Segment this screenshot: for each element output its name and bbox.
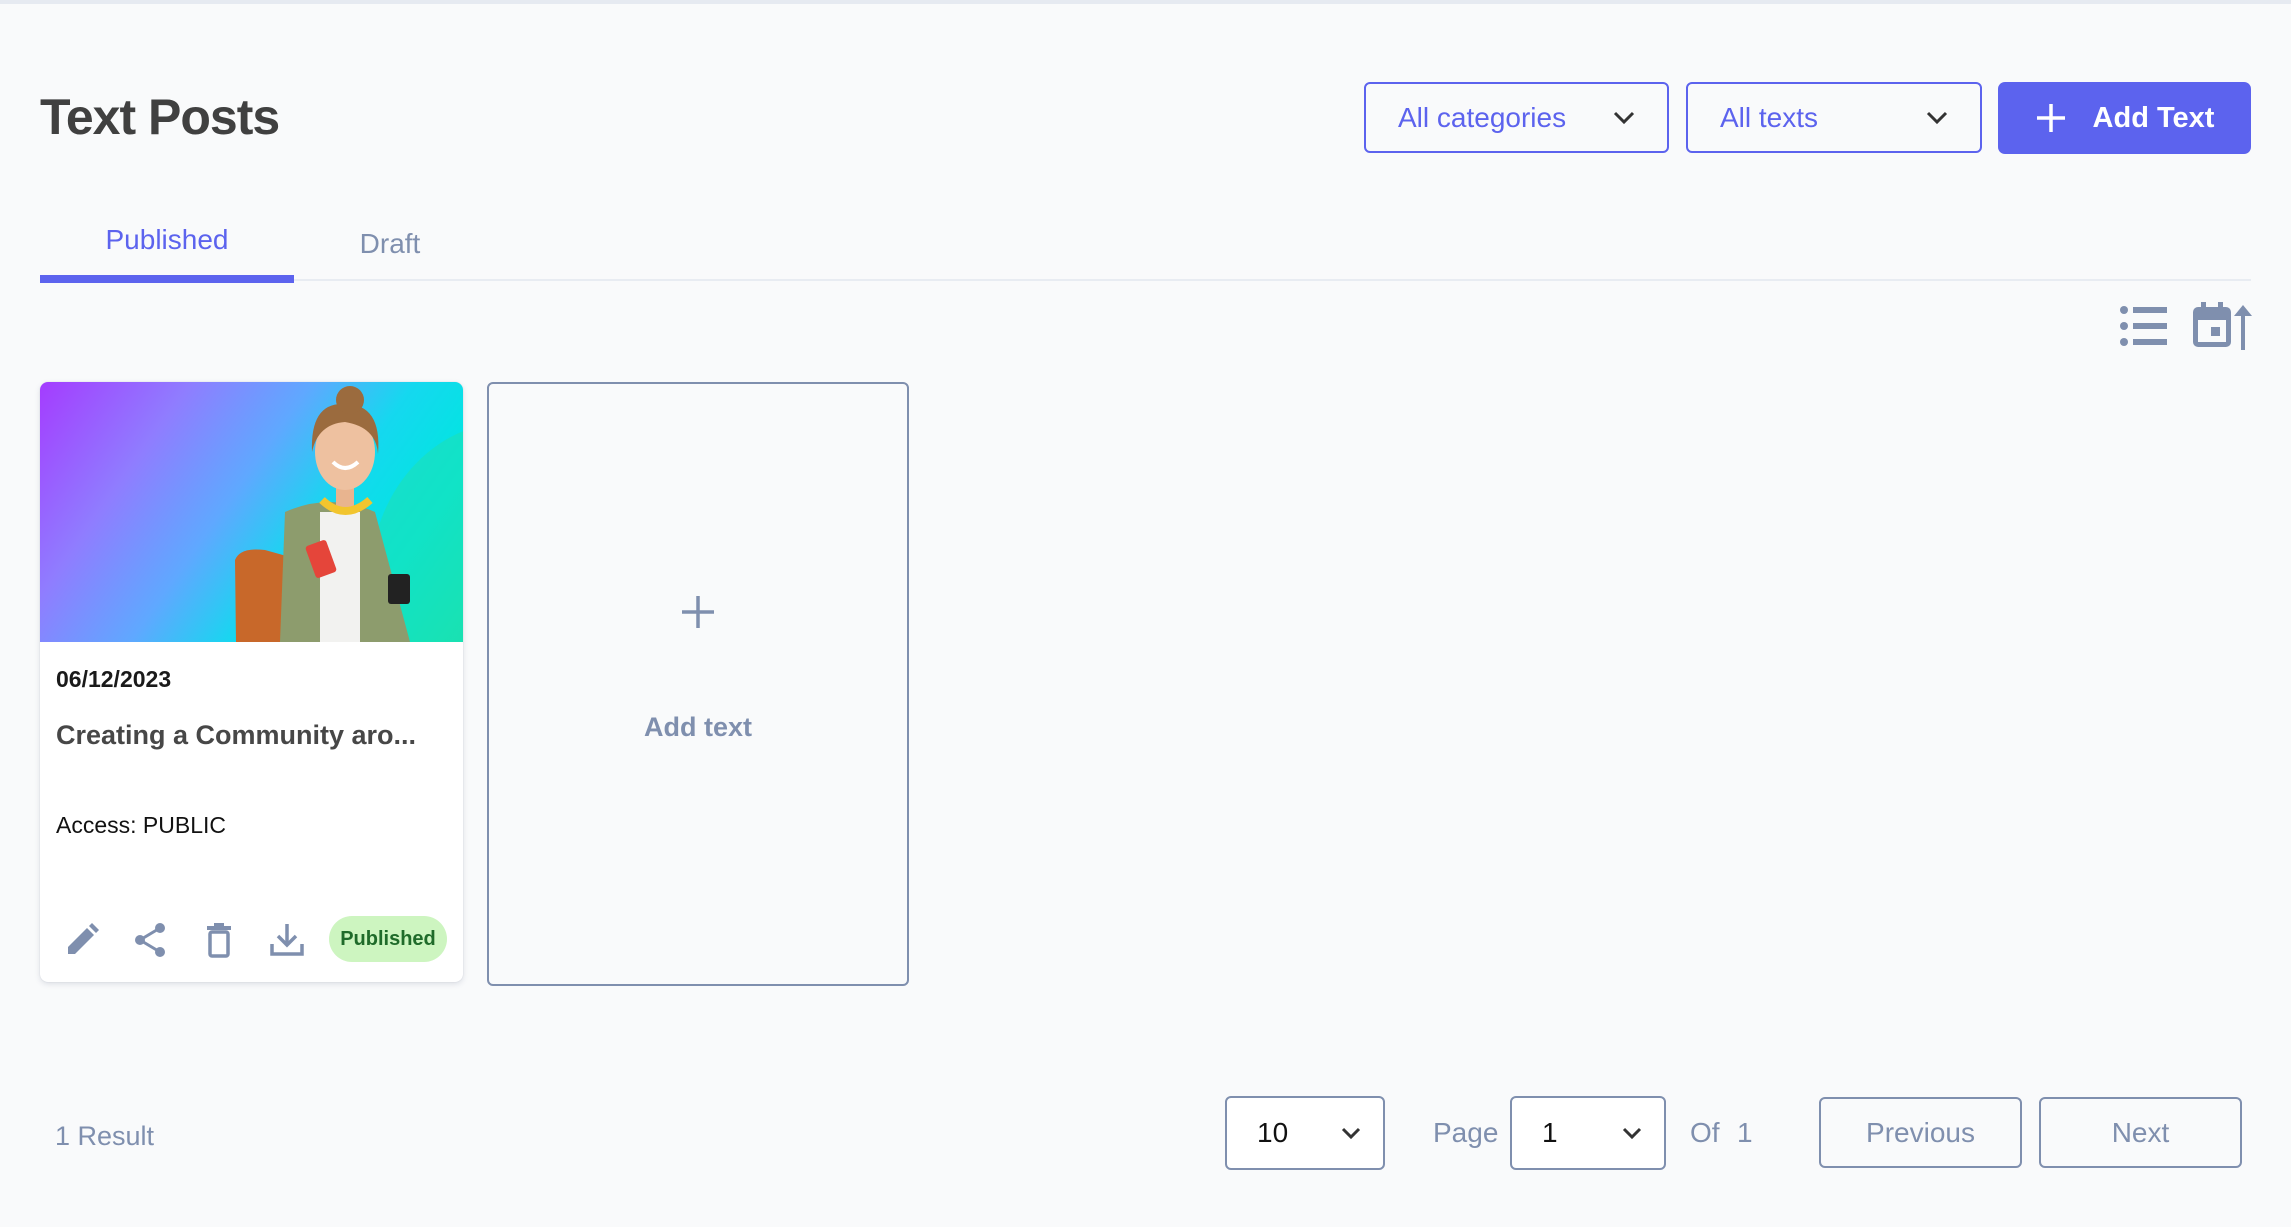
page-number-value: 1	[1542, 1117, 1558, 1148]
active-tab-indicator	[40, 275, 294, 283]
of-label: Of	[1690, 1117, 1720, 1148]
text-filter-select[interactable]: All texts	[1686, 82, 1982, 153]
post-title[interactable]: Creating a Community aro...	[56, 720, 446, 751]
post-date: 06/12/2023	[56, 666, 172, 692]
post-thumbnail[interactable]	[40, 382, 463, 733]
share-icon[interactable]	[132, 922, 168, 958]
page-size-value: 10	[1257, 1117, 1289, 1148]
chevron-down-icon	[1622, 1127, 1642, 1139]
plus-icon	[2036, 104, 2065, 132]
result-count: 1 Result	[55, 1121, 155, 1151]
download-icon[interactable]	[269, 922, 305, 958]
list-view-icon[interactable]	[2119, 304, 2169, 348]
post-card[interactable]: 06/12/2023 Creating a Community aro... A…	[40, 382, 463, 982]
add-text-card[interactable]: Add text	[487, 382, 909, 986]
page-title: Text Posts	[40, 89, 280, 145]
total-pages: 1	[1737, 1117, 1753, 1148]
page-size-select[interactable]: 10	[1225, 1096, 1385, 1170]
status-badge: Published	[329, 916, 447, 962]
page-number-select[interactable]: 1	[1510, 1096, 1666, 1170]
category-filter-select[interactable]: All categories	[1364, 82, 1669, 153]
page-label: Page	[1433, 1117, 1499, 1148]
edit-icon[interactable]	[64, 922, 100, 958]
chevron-down-icon	[1613, 111, 1635, 124]
person-illustration	[235, 386, 463, 733]
chevron-down-icon	[1926, 111, 1948, 124]
add-text-card-label: Add text	[644, 712, 752, 742]
category-filter-value: All categories	[1398, 101, 1567, 133]
tab-draft[interactable]: Draft	[300, 228, 480, 260]
text-filter-value: All texts	[1720, 101, 1819, 133]
add-text-button-label: Add Text	[2092, 101, 2215, 134]
add-text-button[interactable]: Add Text	[1998, 82, 2251, 154]
tab-divider	[40, 279, 2251, 281]
previous-button[interactable]: Previous	[1819, 1097, 2022, 1168]
calendar-sort-ascending-icon[interactable]	[2191, 300, 2253, 352]
chevron-down-icon	[1341, 1127, 1361, 1139]
next-button[interactable]: Next	[2039, 1097, 2242, 1168]
tab-published[interactable]: Published	[40, 224, 294, 256]
delete-icon[interactable]	[201, 922, 237, 958]
post-actions: Published	[40, 916, 463, 962]
post-access: Access: PUBLIC	[56, 812, 226, 838]
plus-icon	[682, 596, 714, 628]
